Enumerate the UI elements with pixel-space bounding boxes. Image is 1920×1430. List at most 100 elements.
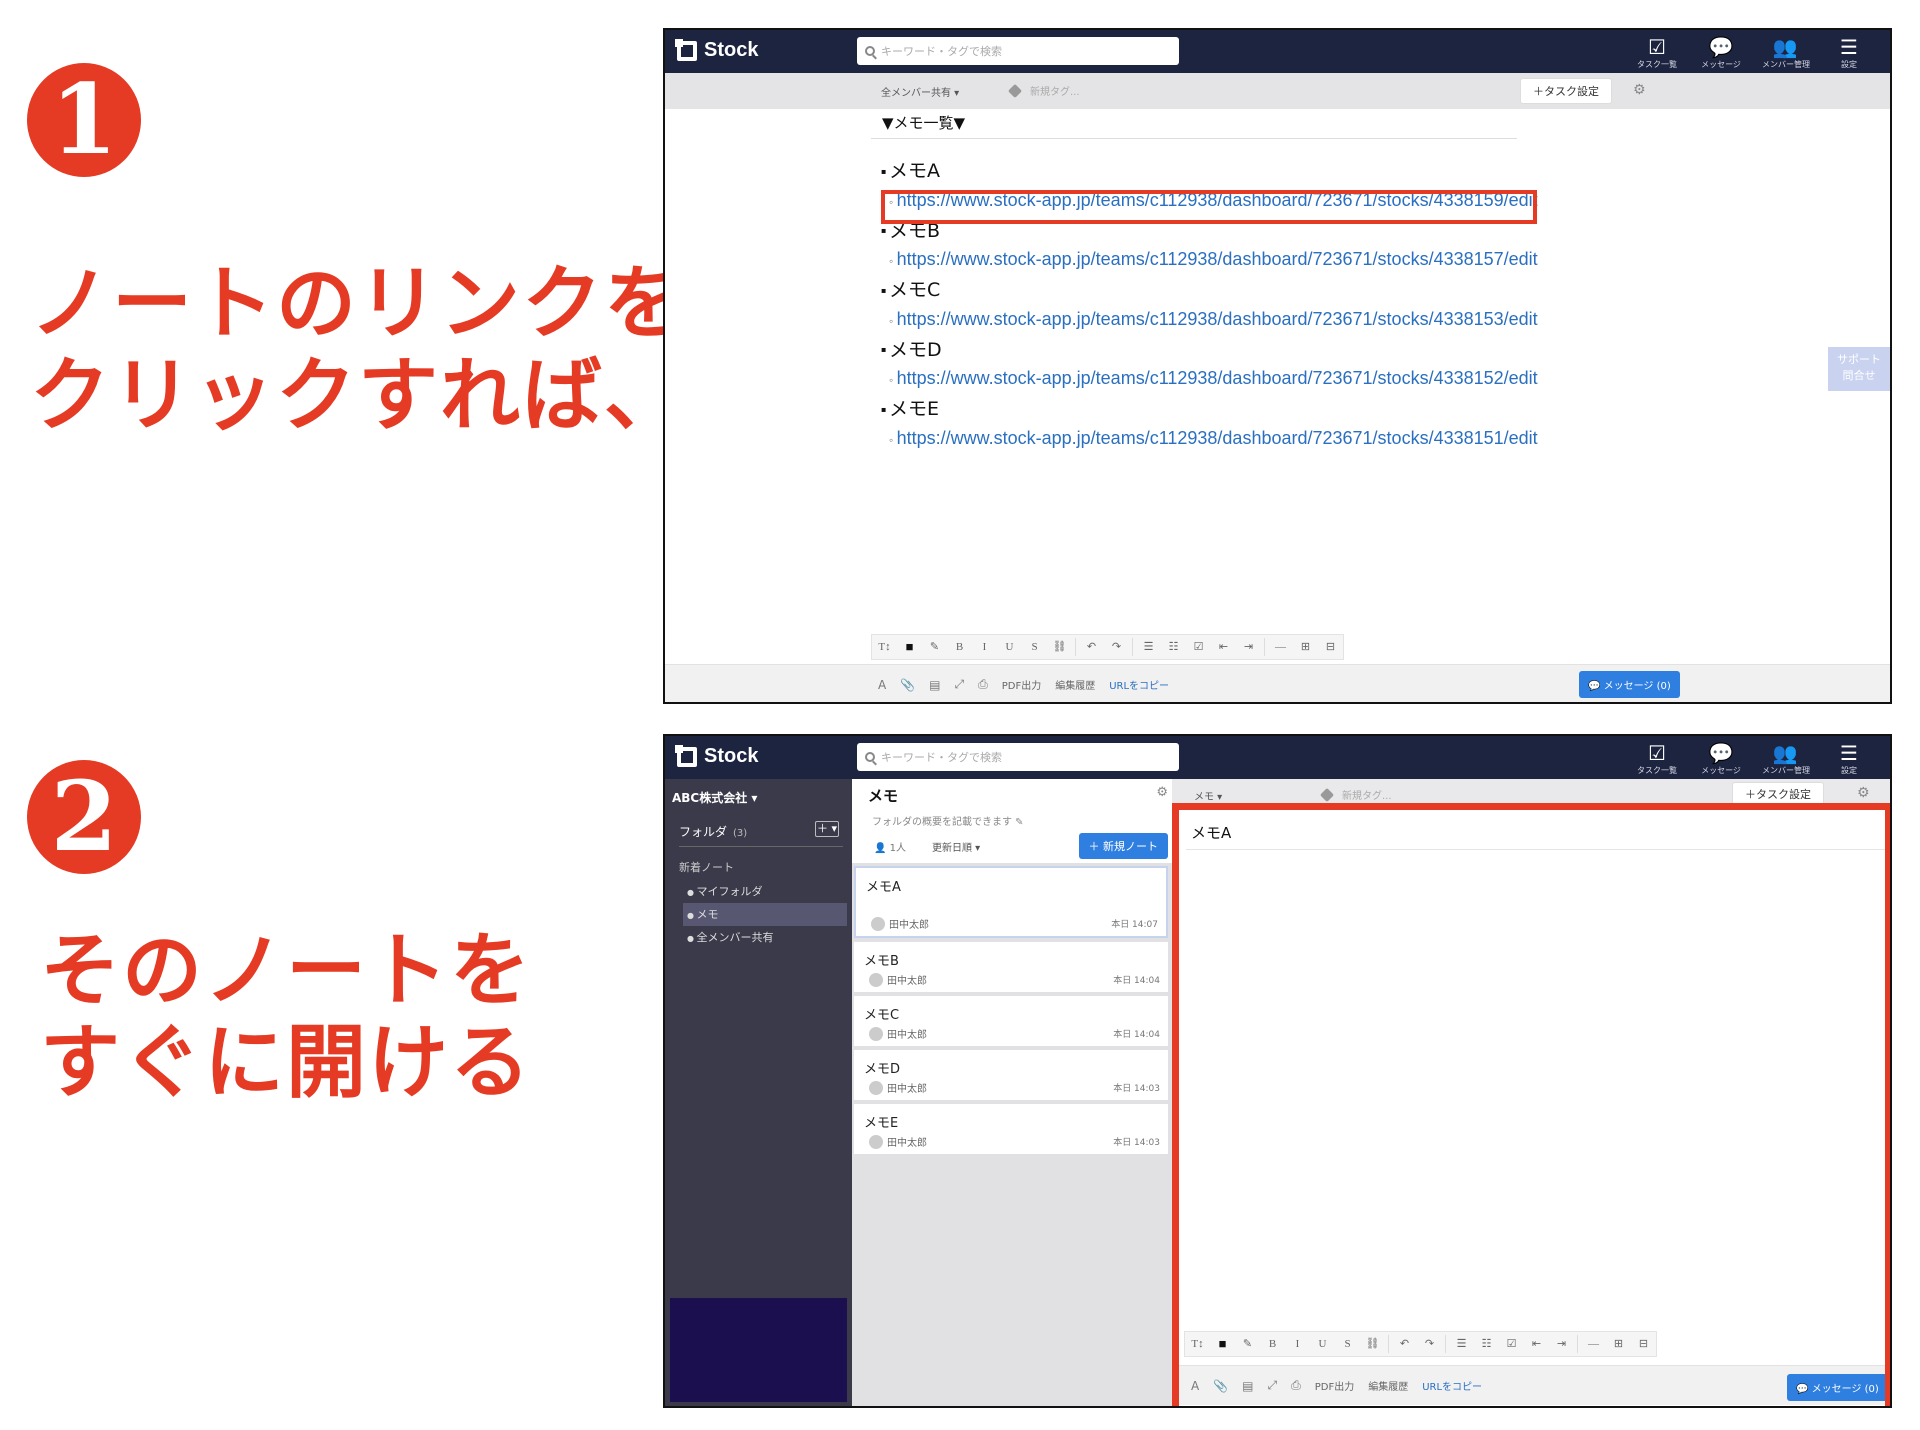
expand-icon[interactable]: ⤢ bbox=[955, 677, 965, 692]
search-placeholder: キーワード・タグで検索 bbox=[881, 45, 1002, 58]
copy-url-button[interactable]: URLをコピー bbox=[1109, 677, 1169, 692]
link-button[interactable]: ⛓ bbox=[1047, 635, 1072, 659]
nav-messages[interactable]: 💬 メッセージ bbox=[1698, 740, 1744, 776]
top-bar: Stock キーワード・タグで検索 ☑ タスク一覧 💬 メッセージ 👥 メンバー管理 … bbox=[665, 736, 1890, 779]
sidebar-banner bbox=[670, 1298, 847, 1402]
undo-button[interactable]: ↶ bbox=[1079, 635, 1104, 659]
memo-title: メモE bbox=[881, 396, 1538, 423]
note-card[interactable]: メモD 田中太郎 本日 14:03 bbox=[854, 1050, 1168, 1100]
note-title: メモC bbox=[864, 1008, 900, 1023]
text-color-button[interactable]: ■ bbox=[897, 635, 922, 659]
tag-input[interactable]: 新規タグ... bbox=[1007, 83, 1080, 98]
folder-header: フォルダ (3) ＋ ▾ bbox=[679, 821, 843, 847]
memo-link[interactable]: https://www.stock-app.jp/teams/c112938/d… bbox=[881, 304, 1538, 337]
stock-logo-icon bbox=[675, 744, 697, 767]
folder-item-all-members[interactable]: 全メンバー共有 bbox=[683, 926, 847, 949]
menu-icon: ☰ bbox=[1840, 35, 1858, 59]
table-button[interactable]: ⊞ bbox=[1293, 635, 1318, 659]
stock-logo[interactable]: Stock bbox=[675, 744, 758, 768]
note-title: メモB bbox=[864, 954, 899, 969]
indent-button[interactable]: ⇥ bbox=[1236, 635, 1261, 659]
horizontal-rule-button[interactable]: — bbox=[1268, 635, 1293, 659]
step-2-badge: 2 bbox=[27, 760, 141, 874]
bullet-list-button[interactable]: ☰ bbox=[1136, 635, 1161, 659]
italic-button[interactable]: I bbox=[972, 635, 997, 659]
search-input[interactable]: キーワード・タグで検索 bbox=[857, 743, 1179, 771]
support-tab[interactable]: サポート 問合せ bbox=[1828, 347, 1890, 391]
nav-members[interactable]: 👥 メンバー管理 bbox=[1762, 34, 1810, 70]
member-count[interactable]: 👤 1人 bbox=[874, 839, 906, 854]
step-1-caption: ノートのリンクを クリックすれば、 bbox=[30, 258, 686, 442]
caption-line: そのノートを bbox=[40, 924, 532, 1017]
memo-title: メモC bbox=[881, 277, 1538, 304]
text-size-button[interactable]: T↕ bbox=[872, 635, 897, 659]
note-title: メモE bbox=[864, 1116, 899, 1131]
avatar bbox=[869, 1026, 883, 1041]
stock-logo-icon bbox=[675, 38, 697, 61]
bold-button[interactable]: B bbox=[947, 635, 972, 659]
folder-description[interactable]: フォルダの概要を記載できます ✎ bbox=[872, 813, 1024, 828]
memo-link[interactable]: https://www.stock-app.jp/teams/c112938/d… bbox=[881, 363, 1538, 396]
message-button[interactable]: 💬 メッセージ (0) bbox=[1579, 671, 1680, 698]
avatar bbox=[869, 1080, 883, 1095]
gear-icon[interactable]: ⚙ bbox=[1156, 785, 1168, 800]
note-card[interactable]: メモC 田中太郎 本日 14:04 bbox=[854, 996, 1168, 1046]
chat-bubble-icon: 💬 bbox=[1708, 741, 1734, 765]
nav-messages[interactable]: 💬 メッセージ bbox=[1698, 34, 1744, 70]
folder-filter-dropdown[interactable]: メモ ▾ bbox=[1194, 788, 1222, 803]
top-nav: ☑ タスク一覧 💬 メッセージ 👥 メンバー管理 ☰ 設定 bbox=[1634, 740, 1872, 776]
search-placeholder: キーワード・タグで検索 bbox=[881, 751, 1002, 764]
folder-item-my-folder[interactable]: マイフォルダ bbox=[683, 880, 847, 903]
note-time: 本日 14:03 bbox=[1113, 1084, 1160, 1094]
underline-button[interactable]: U bbox=[997, 635, 1022, 659]
edit-history-button[interactable]: 編集履歴 bbox=[1055, 677, 1095, 692]
sort-dropdown[interactable]: 更新日順 ▾ bbox=[932, 839, 980, 854]
memo-link[interactable]: https://www.stock-app.jp/teams/c112938/d… bbox=[881, 244, 1538, 277]
stock-logo[interactable]: Stock bbox=[675, 38, 758, 62]
new-notes-link[interactable]: 新着ノート bbox=[679, 859, 734, 875]
note-card[interactable]: メモE 田中太郎 本日 14:03 bbox=[854, 1104, 1168, 1154]
memo-item: メモD https://www.stock-app.jp/teams/c1129… bbox=[881, 337, 1538, 397]
menu-icon: ☰ bbox=[1840, 741, 1858, 765]
highlight-button[interactable]: ✎ bbox=[922, 635, 947, 659]
gear-icon[interactable]: ⚙ bbox=[1633, 82, 1646, 98]
checklist-button[interactable]: ☑ bbox=[1186, 635, 1211, 659]
pdf-export-button[interactable]: PDF出力 bbox=[1002, 677, 1041, 692]
memo-link[interactable]: https://www.stock-app.jp/teams/c112938/d… bbox=[881, 423, 1538, 456]
toolbar-separator bbox=[1264, 638, 1265, 656]
note-author: 田中太郎 bbox=[869, 972, 927, 987]
nav-task-list[interactable]: ☑ タスク一覧 bbox=[1634, 740, 1680, 776]
memo-item: メモB https://www.stock-app.jp/teams/c1129… bbox=[881, 218, 1538, 278]
avatar bbox=[869, 972, 883, 987]
organization-dropdown[interactable]: ABC株式会社 ▾ bbox=[672, 789, 757, 806]
save-icon[interactable]: ▤ bbox=[929, 678, 940, 692]
nav-members[interactable]: 👥 メンバー管理 bbox=[1762, 740, 1810, 776]
tag-input[interactable]: 新規タグ... bbox=[1319, 787, 1392, 802]
folder-item-memo[interactable]: メモ bbox=[683, 903, 847, 926]
collapse-button[interactable]: ⊟ bbox=[1318, 635, 1343, 659]
top-bar: Stock キーワード・タグで検索 ☑ タスク一覧 💬 メッセージ 👥 メンバー管理 … bbox=[665, 30, 1890, 73]
search-input[interactable]: キーワード・タグで検索 bbox=[857, 37, 1179, 65]
nav-task-list[interactable]: ☑ タスク一覧 bbox=[1634, 34, 1680, 70]
nav-settings[interactable]: ☰ 設定 bbox=[1826, 740, 1872, 776]
note-card[interactable]: メモA 田中太郎 本日 14:07 bbox=[854, 866, 1168, 938]
new-note-button[interactable]: ＋ 新規ノート bbox=[1078, 833, 1168, 859]
redo-button[interactable]: ↷ bbox=[1104, 635, 1129, 659]
note-sub-bar: 全メンバー共有 ▾ 新規タグ... ＋タスク設定 ⚙ bbox=[665, 73, 1890, 109]
gear-icon[interactable]: ⚙ bbox=[1857, 785, 1870, 801]
print-icon[interactable]: ⎙ bbox=[978, 677, 988, 692]
nav-settings[interactable]: ☰ 設定 bbox=[1826, 34, 1872, 70]
share-filter-dropdown[interactable]: 全メンバー共有 ▾ bbox=[881, 84, 959, 99]
task-settings-button[interactable]: ＋タスク設定 bbox=[1520, 78, 1612, 104]
note-card[interactable]: メモB 田中太郎 本日 14:04 bbox=[854, 942, 1168, 992]
add-folder-button[interactable]: ＋ ▾ bbox=[815, 821, 839, 837]
outdent-button[interactable]: ⇤ bbox=[1211, 635, 1236, 659]
attach-icon[interactable]: 📎 bbox=[900, 678, 915, 692]
strikethrough-button[interactable]: S bbox=[1022, 635, 1047, 659]
numbered-list-button[interactable]: ☷ bbox=[1161, 635, 1186, 659]
members-icon: 👥 bbox=[1772, 35, 1798, 59]
step-2-caption: そのノートを すぐに開ける bbox=[40, 925, 532, 1109]
checkbox-icon: ☑ bbox=[1648, 741, 1666, 765]
font-icon[interactable]: A bbox=[878, 678, 886, 692]
note-time: 本日 14:07 bbox=[1111, 920, 1158, 930]
